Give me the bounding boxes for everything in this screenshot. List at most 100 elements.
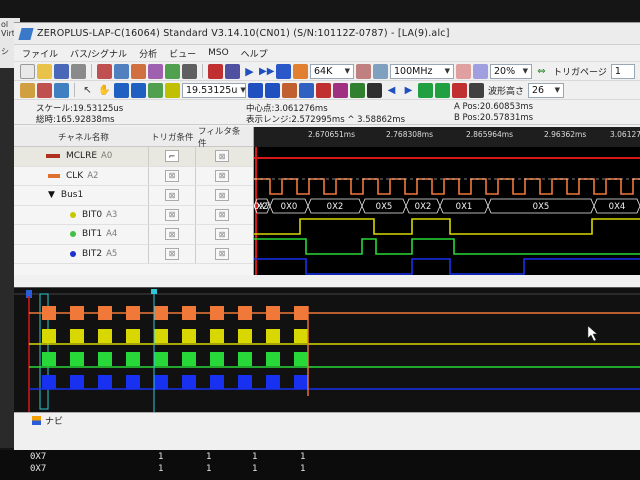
zoom-in-icon[interactable] [114,82,129,98]
channel-row-bit1[interactable]: BIT1 A4 ⊠ ⊠ [14,225,253,245]
save-icon[interactable] [54,63,69,79]
compression-icon[interactable] [473,63,488,79]
trigger-dontcare-icon[interactable]: ⊠ [165,208,179,221]
window-icon[interactable] [54,82,69,98]
overview-pulse [294,375,308,389]
waveform-panel[interactable]: 2.670651ms 2.768308ms 2.865964ms 2.96362… [254,127,640,275]
channel-settings-icon[interactable] [114,63,129,79]
filter-dontcare-icon[interactable]: ⊠ [215,169,229,182]
bus-settings-icon[interactable] [97,63,112,79]
run-continuous-icon[interactable]: ▶▶ [259,64,274,79]
menu-bus-signal[interactable]: バス/シグナル [70,47,127,60]
filter-dontcare-icon[interactable]: ⊠ [215,247,229,260]
channel-row-bus1[interactable]: ▼ Bus1 ⊠ ⊠ [14,186,253,206]
stop-capture-icon[interactable] [276,63,291,79]
channel-row-bit0[interactable]: BIT0 A3 ⊠ ⊠ [14,205,253,225]
menu-file[interactable]: ファイル [22,47,58,60]
channel-row-mclre[interactable]: MCLRE A0 ⌐ ⊠ [14,147,253,167]
c-bar-icon[interactable] [333,82,348,98]
threshold-icon[interactable] [456,63,471,79]
sample-rate-select[interactable]: 100MHz ▼ [390,63,454,79]
column-channel-name: チャネル名称 [58,132,109,143]
filter-dontcare-icon[interactable]: ⊠ [215,189,229,202]
memory-depth-select[interactable]: 64K ▼ [310,63,354,79]
measure-icon[interactable] [182,63,197,79]
menu-mso[interactable]: MSO [208,48,229,58]
b-position-readout: B Pos:20.57831ms [454,113,534,123]
data-cell: 1 [252,452,258,462]
go-left-icon[interactable] [418,82,433,98]
overview-pulse [98,329,112,343]
decoder-icon[interactable] [165,63,180,79]
waveform-height-select[interactable]: 26 ▼ [528,82,565,98]
trigger-dontcare-icon[interactable]: ⊠ [165,169,179,182]
menu-view[interactable]: ビュー [169,47,196,60]
bus-expand-icon[interactable]: ▼ [48,190,55,200]
cursor-icon[interactable]: ↖ [80,83,95,98]
channel-list-header: チャネル名称 トリガ条件 フィルタ条件 [14,127,253,149]
filter-dontcare-icon[interactable]: ⊠ [215,150,229,163]
print-icon[interactable] [71,63,86,79]
scale-down-icon[interactable] [248,82,263,98]
channel-name: CLK [66,170,84,181]
settings-icon[interactable] [225,63,240,79]
time-ruler[interactable]: 2.670651ms 2.768308ms 2.865964ms 2.96362… [254,127,640,147]
hand-icon[interactable]: ✋ [97,83,112,98]
bus-value-label: 0X4 [609,202,626,212]
go-trigger-icon[interactable] [452,82,467,98]
toolbar-secondary: ↖ ✋ 19.53125u ▼ ◀ ▶ 波形高さ 26 ▼ [14,81,640,100]
sample-icon[interactable] [373,63,388,79]
menu-analysis[interactable]: 分析 [139,47,157,60]
trigger-page-input[interactable]: 1 [610,63,635,79]
overview-pulse [98,306,112,320]
grid-icon[interactable] [20,82,35,98]
menu-help[interactable]: ヘルプ [241,47,268,60]
scale-select[interactable]: 19.53125u ▼ [182,82,246,98]
data-cell: 1 [300,464,306,474]
channel-address: A3 [106,209,118,220]
navigation-overview-panel[interactable] [14,287,640,413]
open-folder-icon[interactable] [37,63,52,79]
waveform-canvas[interactable]: X20X7 0X0 0X2 0X5 0X2 0X1 0X5 0X4 [254,147,640,275]
marker-icon[interactable] [165,82,180,98]
trigger-dontcare-icon[interactable]: ⊠ [165,228,179,241]
overview-b-marker [151,289,157,294]
b-bar-icon[interactable] [299,82,314,98]
memory-icon[interactable] [293,63,308,79]
filter-dontcare-icon[interactable]: ⊠ [215,228,229,241]
overview-canvas[interactable] [14,288,640,413]
stop-icon[interactable] [208,63,223,79]
channel-color-dot [70,250,76,257]
trigger-dontcare-icon[interactable]: ⊠ [165,189,179,202]
trigger-dontcare-icon[interactable]: ⊠ [165,247,179,260]
a-bar-icon[interactable] [282,82,297,98]
new-file-icon[interactable] [20,63,35,79]
go-right-icon[interactable] [435,82,450,98]
trigger-settings-icon[interactable] [131,63,146,79]
t-bar-icon[interactable] [316,82,331,98]
nav-tab-label[interactable]: ナビ [45,414,63,427]
data-cell: 1 [300,452,306,462]
color-icon[interactable] [37,82,52,98]
clock-source-icon[interactable] [356,63,371,79]
search-icon[interactable] [367,82,382,98]
overview-pulse [98,375,112,389]
zoom-out-icon[interactable] [131,82,146,98]
zoom-fit-icon[interactable] [148,82,163,98]
channel-name: Bus1 [60,190,84,201]
filter-settings-icon[interactable] [148,63,163,79]
rising-edge-trigger-icon[interactable]: ⌐ [165,150,179,163]
channel-name: BIT0 [82,209,103,220]
channel-row-clk[interactable]: CLK A2 ⊠ ⊠ [14,166,253,186]
filter-dontcare-icon[interactable]: ⊠ [215,208,229,221]
run-icon[interactable]: ▶ [242,64,257,79]
overview-pulse [210,306,224,320]
next-edge-icon[interactable]: ▶ [401,83,416,98]
toolbar-separator [202,64,203,78]
scale-up-icon[interactable] [265,82,280,98]
d-bar-icon[interactable] [350,82,365,98]
channel-row-bit2[interactable]: BIT2 A5 ⊠ ⊠ [14,244,253,264]
trigger-position-select[interactable]: 20% ▼ [490,63,532,79]
window-title: ZEROPLUS-LAP-C(16064) Standard V3.14.10(… [37,28,450,39]
prev-edge-icon[interactable]: ◀ [384,83,399,98]
